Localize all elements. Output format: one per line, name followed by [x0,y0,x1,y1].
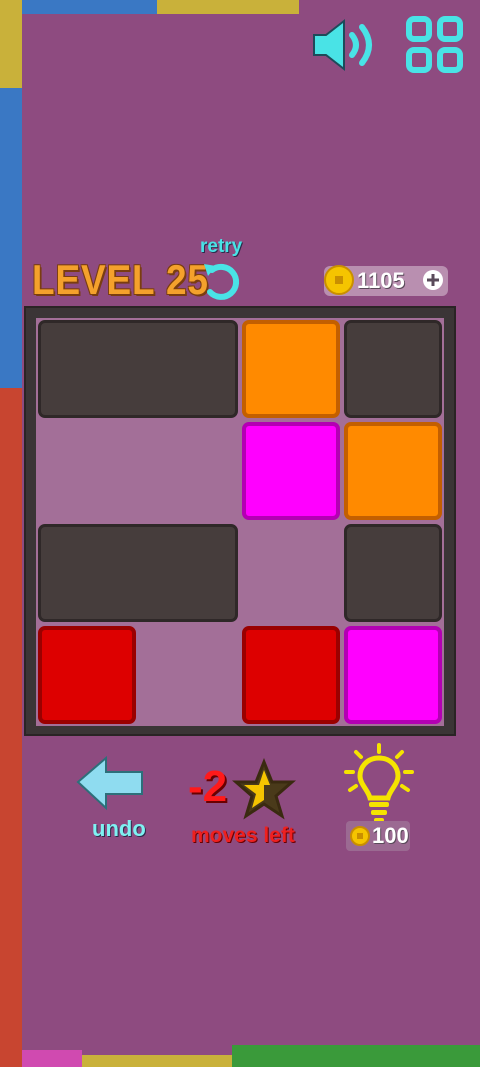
wall-block [344,320,442,418]
coin-icon [350,826,370,846]
speaker-icon [313,18,372,72]
orange-block[interactable] [242,320,340,418]
lightbulb-icon [344,743,414,822]
moves-count: -2 [188,762,228,811]
top-strip-yellow [157,0,299,14]
hint-price: 100 [372,823,409,848]
edge-strip-yellow [0,0,22,88]
hint-button[interactable] [342,742,416,826]
add-coins-button[interactable] [421,268,445,292]
wall-block [344,524,442,622]
menu-grid-button[interactable] [404,14,466,76]
grid-menu-icon [406,16,463,73]
bottom-strip-yellow [82,1055,232,1067]
edge-strip-blue [0,88,22,388]
retry-button[interactable] [198,258,244,304]
undo-arrow-icon [76,755,143,811]
top-strip-blue [22,0,157,14]
moves-left-label: moves left [191,824,295,847]
wall-block [38,320,238,418]
coin-icon [324,265,354,295]
plus-icon [423,270,443,290]
coin-count: 1105 [357,268,405,293]
undo-label: undo [92,816,146,841]
bottom-strip-green [232,1045,480,1067]
retry-label[interactable]: retry [200,236,242,258]
bottom-strip-pink [22,1050,82,1067]
magenta-block[interactable] [242,422,340,520]
magenta-block[interactable] [344,626,442,724]
star-icon [232,758,296,820]
level-title: LEVEL 25 [32,256,209,303]
sound-toggle-button[interactable] [310,16,380,74]
wall-block [38,524,238,622]
retry-arrow-icon [204,263,240,300]
orange-block[interactable] [344,422,442,520]
puzzle-board [24,306,456,736]
red-block[interactable] [38,626,136,724]
edge-strip-red [0,388,22,1067]
red-block[interactable] [242,626,340,724]
